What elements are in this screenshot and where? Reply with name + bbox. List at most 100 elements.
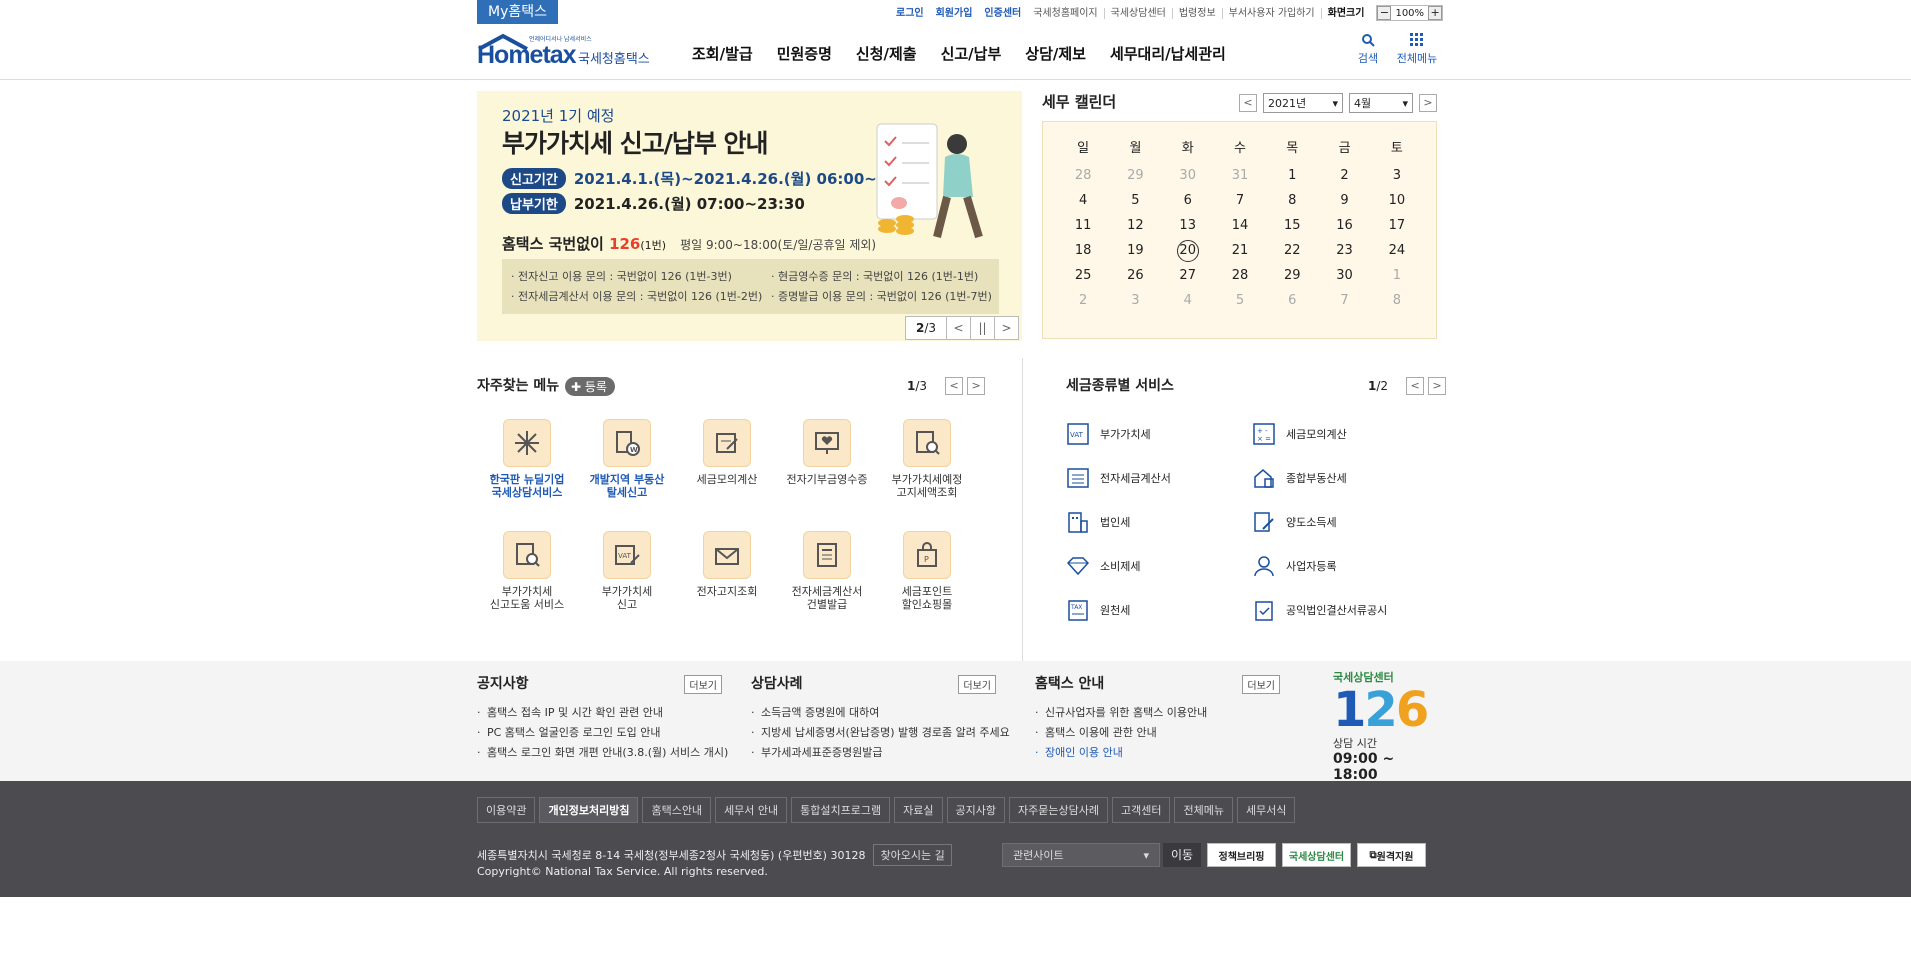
related-sites-select[interactable]: 관련사이트 ▾ [1002,843,1160,867]
tile-new-deal-counsel[interactable]: 한국판 뉴딜기업 국세상담서비스 [477,419,577,499]
list-item[interactable]: 부가세과세표준증명원발급 [751,743,996,763]
calendar-day[interactable]: 6 [1266,288,1318,313]
calendar-day[interactable]: 27 [1162,263,1214,288]
header-search-button[interactable]: 검색 [1355,33,1381,66]
policy-briefing-banner[interactable]: 정책브리핑 [1207,843,1276,867]
register-button[interactable]: ✚ 등록 [565,377,615,396]
calendar-day[interactable]: 24 [1371,238,1423,263]
remote-support-banner[interactable]: ⧉ 원격지원 [1357,843,1426,867]
calendar-day[interactable]: 23 [1318,238,1370,263]
tile-donation-receipt[interactable]: 전자기부금영수증 [777,419,877,486]
calendar-day[interactable]: 2 [1318,163,1370,188]
nav-counsel-report[interactable]: 상담/제보 [1025,43,1086,64]
calendar-prev-button[interactable]: < [1239,94,1257,112]
banner-next-button[interactable]: > [995,316,1019,340]
tile-vat-help[interactable]: 부가가치세 신고도움 서비스 [477,531,577,611]
all-menu-button[interactable]: 전체메뉴 [1396,33,1438,66]
calendar-day[interactable]: 8 [1371,288,1423,313]
footer-terms-link[interactable]: 이용약관 [477,797,536,823]
tax-item-e-invoice[interactable]: 전자세금계산서 [1066,466,1171,490]
nts-home-link[interactable]: 국세청홈페이지 [1027,8,1103,19]
list-item[interactable]: 소득금액 증명원에 대하여 [751,703,996,723]
calendar-day[interactable]: 22 [1266,238,1318,263]
tile-vat-report[interactable]: VAT 부가가치세 신고 [577,531,677,611]
calendar-day[interactable]: 3 [1371,163,1423,188]
tax-item-capital-gains[interactable]: 양도소득세 [1252,510,1337,534]
calendar-day[interactable]: 17 [1371,213,1423,238]
zoom-in-button[interactable]: + [1428,6,1443,20]
year-select[interactable]: 2021년 ▾ [1263,93,1343,113]
calendar-day[interactable]: 21 [1214,238,1266,263]
calendar-day[interactable]: 30 [1318,263,1370,288]
tile-e-invoice[interactable]: 전자세금계산서 건별발급 [777,531,877,611]
calendar-day[interactable]: 15 [1266,213,1318,238]
tax-prev-button[interactable]: < [1406,377,1425,395]
list-item[interactable]: 홈택스 로그인 화면 개편 안내(3.8.(월) 서비스 개시) [477,743,728,763]
calendar-day[interactable]: 14 [1214,213,1266,238]
counsel-center-banner[interactable]: 국세상담센터 [1282,843,1351,867]
footer-install-link[interactable]: 통합설치프로그램 [791,797,891,823]
calendar-day[interactable]: 11 [1057,213,1109,238]
banner-prev-button[interactable]: < [947,316,971,340]
footer-faq-link[interactable]: 자주묻는상담사례 [1009,797,1108,823]
list-item[interactable]: 홈택스 접속 IP 및 시간 확인 관련 안내 [477,703,722,723]
calendar-day[interactable]: 19 [1109,238,1161,263]
banner-pause-button[interactable]: || [971,316,995,340]
footer-customer-center-link[interactable]: 고객센터 [1111,797,1171,823]
tax-item-withholding[interactable]: TAX 원천세 [1066,598,1130,622]
nav-apply-submit[interactable]: 신청/제출 [856,43,917,64]
calendar-day[interactable]: 16 [1318,213,1370,238]
tax-item-corporate[interactable]: 법인세 [1066,510,1130,534]
list-item[interactable]: 홈택스 이용에 관한 안내 [1035,723,1280,743]
freq-prev-button[interactable]: < [945,377,964,395]
tile-tax-point-mall[interactable]: P 세금포인트 할인쇼핑몰 [877,531,977,611]
calendar-day[interactable]: 29 [1109,163,1161,188]
cert-center-link[interactable]: 인증센터 [978,8,1027,19]
tax-next-button[interactable]: > [1428,377,1447,395]
my-hometax-tab[interactable]: My홈택스 [477,0,558,24]
tax-item-simulation[interactable]: + - × = 세금모의계산 [1252,422,1347,446]
calendar-day[interactable]: 30 [1162,163,1214,188]
calendar-day[interactable]: 4 [1057,188,1109,213]
calendar-day[interactable]: 12 [1109,213,1161,238]
cases-more-button[interactable]: 더보기 [958,675,996,694]
month-select[interactable]: 4월 ▾ [1349,93,1413,113]
calendar-day[interactable]: 13 [1162,213,1214,238]
nav-civil-cert[interactable]: 민원증명 [777,43,832,64]
tile-vat-prenotice[interactable]: 부가가치세예정 고지세액조회 [877,419,977,499]
calendar-day[interactable]: 4 [1162,288,1214,313]
footer-library-link[interactable]: 자료실 [894,797,943,823]
calendar-day[interactable]: 1 [1266,163,1318,188]
footer-notice-link[interactable]: 공지사항 [946,797,1005,823]
notice-more-button[interactable]: 더보기 [684,675,722,694]
tax-item-vat[interactable]: VAT 부가가치세 [1066,422,1151,446]
calendar-day[interactable]: 26 [1109,263,1161,288]
login-link[interactable]: 로그인 [890,8,930,19]
footer-hometax-guide-link[interactable]: 홈택스안내 [642,797,712,823]
guide-more-button[interactable]: 더보기 [1242,675,1280,694]
calendar-day[interactable]: 28 [1214,263,1266,288]
hometax-logo[interactable]: 언제어디서나 납세서비스 Hometax 국세청홈택스 [477,31,657,75]
go-button[interactable]: 이동 [1163,843,1201,867]
vat-notice-banner[interactable]: 2021년 1기 예정 부가가치세 신고/납부 안내 신고기간 2021.4.1.… [477,91,1022,341]
directions-button[interactable]: 찾아오시는 길 [873,844,952,866]
calendar-day[interactable]: 25 [1057,263,1109,288]
list-item[interactable]: 장애인 이용 안내 [1035,743,1280,763]
tile-tax-simulation[interactable]: 세금모의계산 [677,419,777,486]
tax-item-public-corp-disclosure[interactable]: 공익법인결산서류공시 [1252,598,1387,622]
dept-user-signup-link[interactable]: 부서사용자 가입하기 [1221,7,1321,19]
signup-link[interactable]: 회원가입 [930,8,979,19]
zoom-out-button[interactable]: − [1377,6,1392,20]
calendar-day[interactable]: 8 [1266,188,1318,213]
calendar-day[interactable]: 29 [1266,263,1318,288]
list-item[interactable]: 신규사업자를 위한 홈택스 이용안내 [1035,703,1280,723]
freq-next-button[interactable]: > [967,377,986,395]
calendar-day[interactable]: 10 [1371,188,1423,213]
calendar-next-button[interactable]: > [1419,94,1437,112]
tax-item-consumption[interactable]: 소비제세 [1066,554,1140,578]
law-info-link[interactable]: 법령정보 [1171,7,1222,19]
footer-tax-forms-link[interactable]: 세무서식 [1236,797,1296,823]
list-item[interactable]: 지방세 납세증명서(완납증명) 발행 경로좀 알려 주세요 [751,723,1010,743]
calendar-day-today[interactable]: 20 [1162,238,1214,263]
nav-agent-management[interactable]: 세무대리/납세관리 [1110,43,1226,64]
